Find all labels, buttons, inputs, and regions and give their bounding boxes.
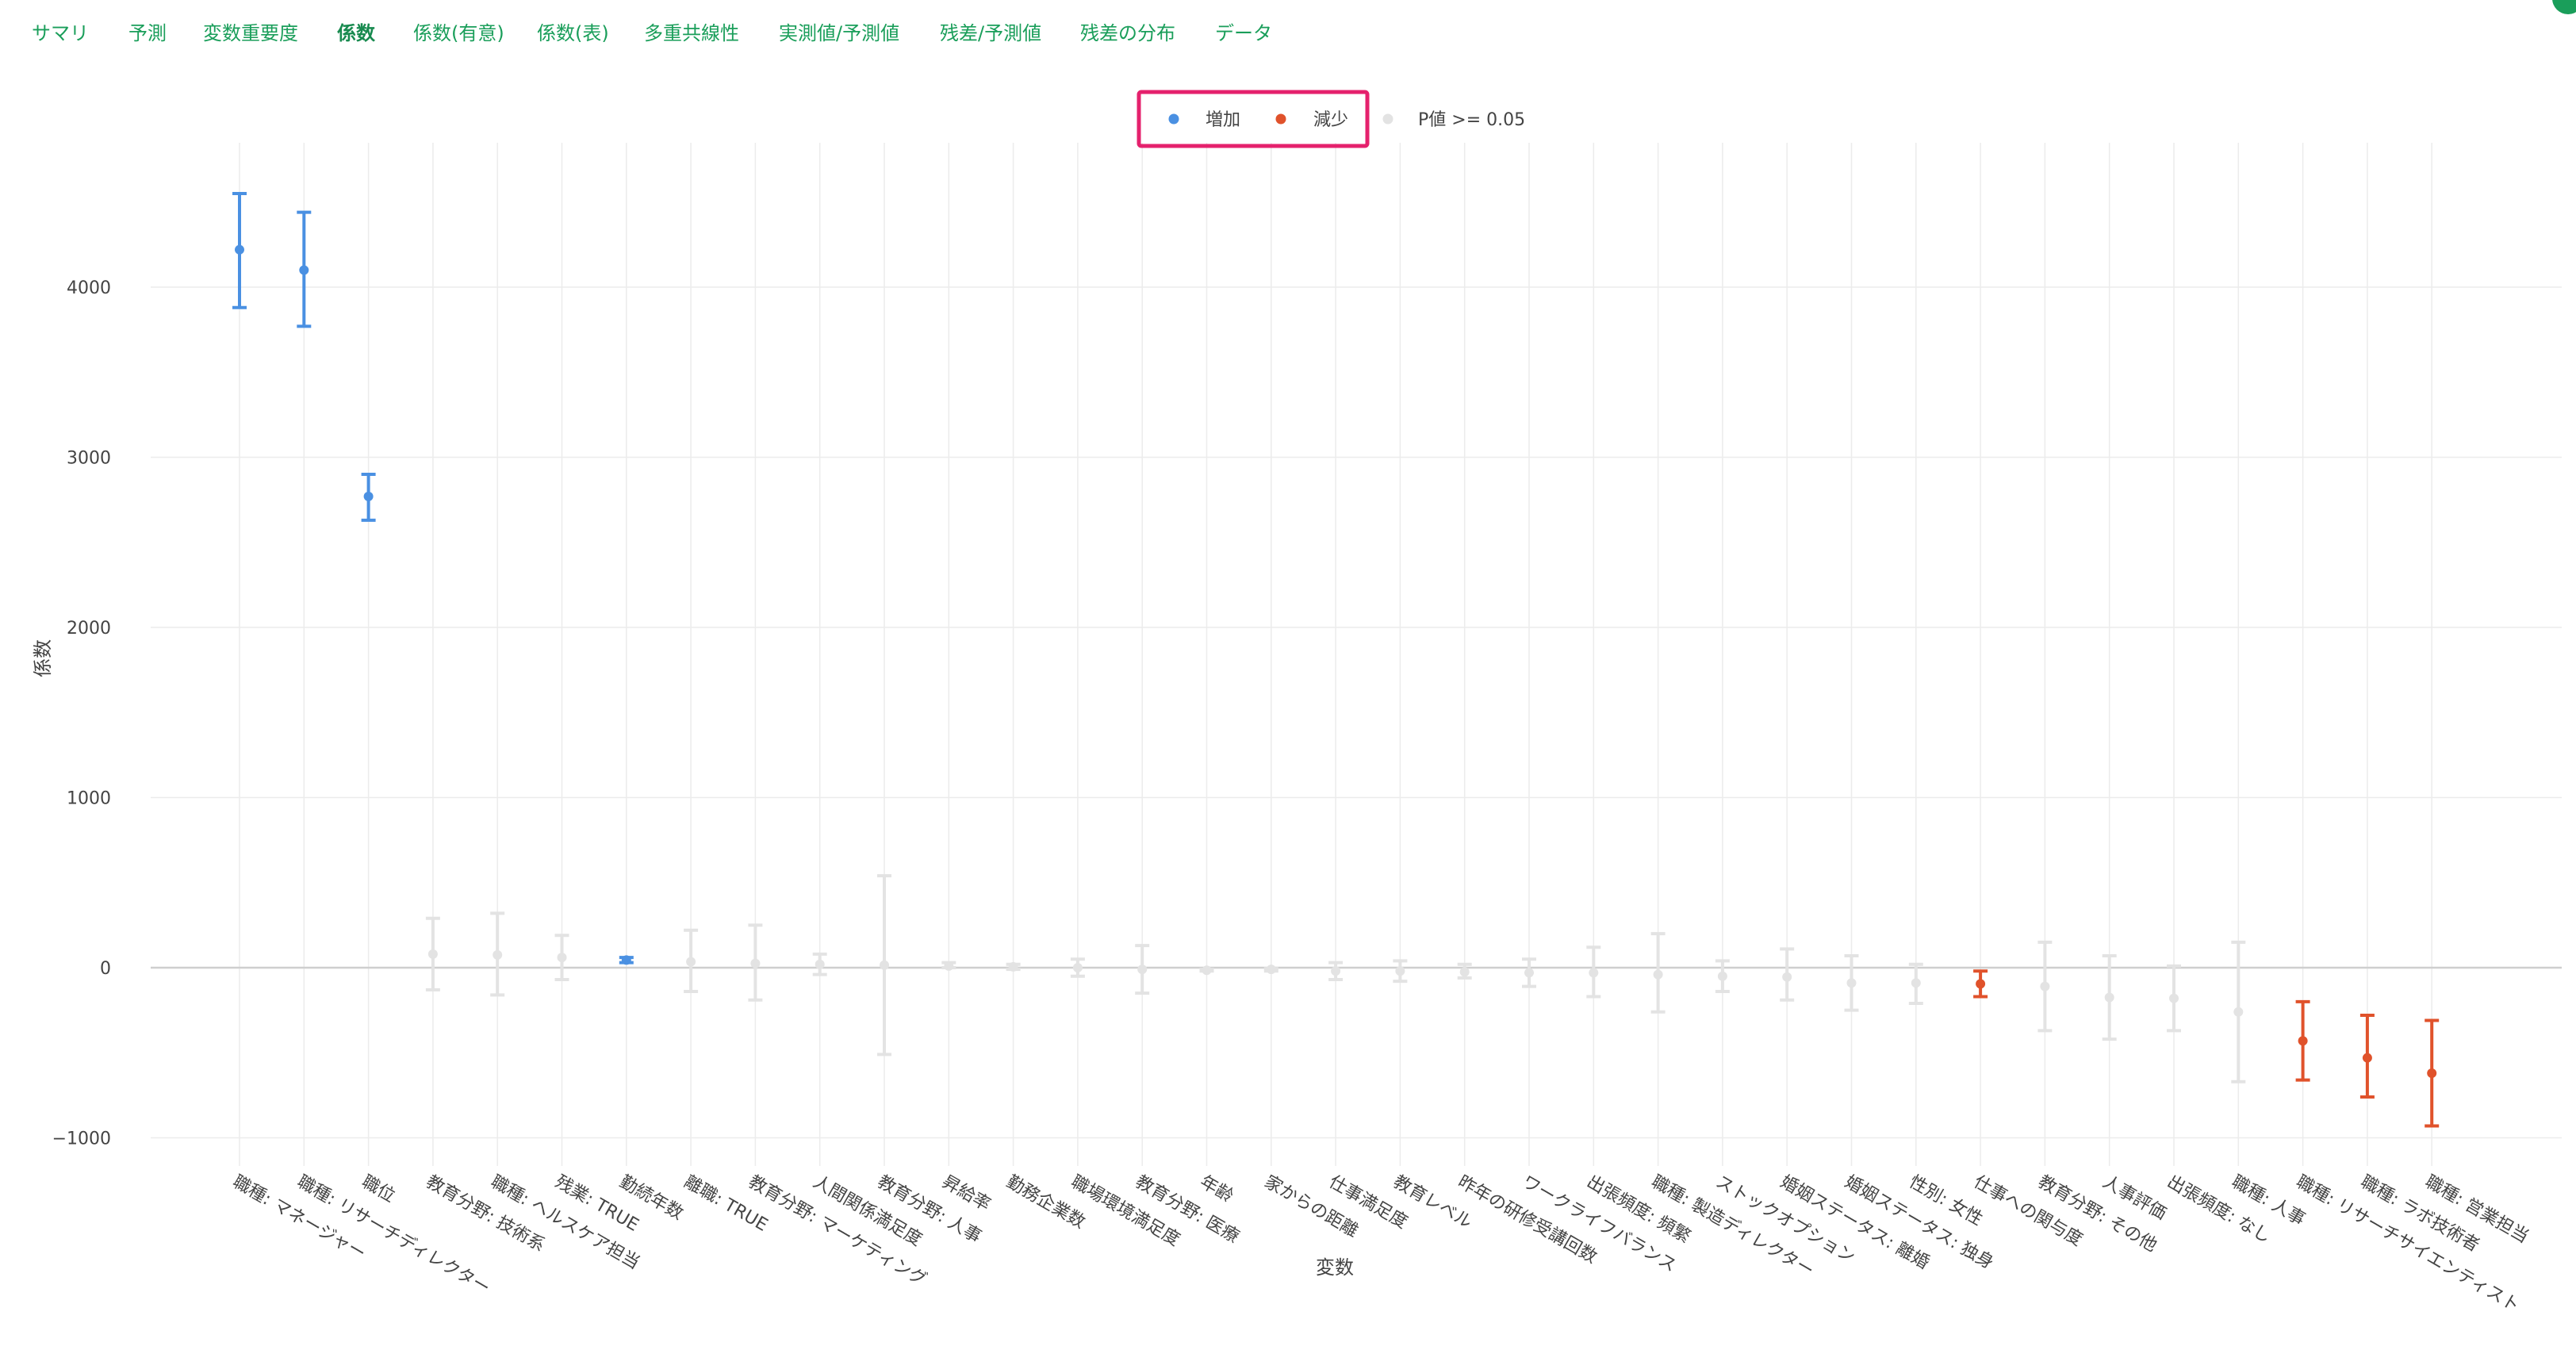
- coefficient-point: [1717, 971, 1727, 981]
- errorbar-9: [748, 923, 763, 1002]
- coefficient-point: [299, 265, 309, 275]
- errorbar-8: [684, 928, 699, 994]
- coefficient-point: [1395, 966, 1405, 976]
- coefficient-point: [1589, 968, 1599, 978]
- y-axis-label: 係数: [32, 639, 54, 677]
- x-tick-label: 仕事への関与度: [1970, 1172, 2086, 1251]
- errorbar-15: [1135, 944, 1150, 995]
- x-axis-label: 変数: [1316, 1256, 1354, 1279]
- coefficient-point: [363, 491, 374, 501]
- errorbar-1: [232, 192, 247, 309]
- y-tick-label: 0: [100, 959, 111, 979]
- coefficient-point: [1524, 968, 1534, 978]
- coefficient-point: [621, 955, 631, 965]
- errorbar-11: [877, 874, 891, 1057]
- errorbar-5: [490, 911, 505, 997]
- coefficient-point: [2362, 1053, 2372, 1063]
- coefficient-point: [815, 959, 825, 969]
- errorbar-2: [297, 210, 312, 328]
- legend-label[interactable]: 減少: [1313, 110, 1348, 130]
- coefficient-point: [1911, 978, 1921, 988]
- legend-marker-increase: [1168, 113, 1179, 125]
- errorbar-12: [941, 961, 956, 971]
- x-tick-label: 教育分野: 技術系: [423, 1172, 548, 1256]
- errorbar-31: [2167, 964, 2181, 1033]
- errorbar-32: [2231, 940, 2246, 1083]
- y-tick-label: 1000: [67, 789, 111, 809]
- coefficient-point: [880, 960, 889, 970]
- errorbar-24: [1715, 959, 1730, 994]
- coefficient-point: [2040, 981, 2050, 991]
- errorbar-4: [425, 916, 440, 991]
- errorbar-33: [2295, 999, 2310, 1082]
- errorbar-21: [1522, 957, 1536, 988]
- legend[interactable]: 増加 減少 P値 >= 0.05: [1137, 90, 1525, 148]
- coefficient-point: [1653, 969, 1663, 980]
- legend-marker-not_significant: [1382, 113, 1393, 125]
- x-axis-tick-labels: 職種: マネージャー職種: リサーチディレクター職位 教育分野: 技術系職種: ヘ…: [229, 1172, 2532, 1317]
- coefficient-point: [1782, 972, 1792, 982]
- x-tick-label: 年齢: [1197, 1172, 1237, 1207]
- errorbar-22: [1586, 945, 1601, 999]
- x-tick-label: 職位: [358, 1172, 399, 1207]
- coefficient-point: [1331, 966, 1341, 976]
- coefficient-point: [1137, 965, 1148, 975]
- coefficient-point: [2298, 1036, 2308, 1046]
- coefficient-point: [1202, 965, 1212, 976]
- coefficient-point: [2427, 1068, 2437, 1078]
- errorbar-6: [554, 934, 569, 982]
- coefficient-point: [235, 244, 244, 255]
- coefficient-point: [1846, 978, 1857, 988]
- errorbar-20: [1457, 962, 1472, 980]
- errorbar-3: [361, 472, 376, 522]
- errorbar-28: [1973, 969, 1988, 999]
- x-tick-label: 職種: リサーチサイエンティスト: [2293, 1172, 2523, 1317]
- coefficient-point: [427, 949, 438, 959]
- errorbar-27: [1908, 962, 1923, 1006]
- legend-label[interactable]: 増加: [1206, 110, 1240, 130]
- coefficient-chart: −1000 0 1000 2000 3000 4000 係数 増加 減少 P値 >= 0.05…: [32, 90, 2562, 1317]
- legend-label[interactable]: P値 >= 0.05: [1418, 110, 1525, 130]
- coefficient-point: [750, 958, 761, 968]
- y-tick-label: −1000: [52, 1129, 111, 1149]
- y-axis: −1000 0 1000 2000 3000 4000: [52, 278, 111, 1149]
- errorbar-25: [1780, 947, 1795, 1002]
- errorbar-34: [2359, 1014, 2375, 1099]
- grid: [151, 143, 2562, 1166]
- x-tick-label: 職場環境満足度: [1068, 1172, 1183, 1251]
- errorbar-29: [2037, 940, 2053, 1033]
- legend-marker-decrease: [1275, 113, 1286, 125]
- coefficient-point: [2169, 993, 2179, 1003]
- coefficient-point: [944, 961, 954, 971]
- errorbar-35: [2425, 1018, 2440, 1128]
- errorbar-23: [1650, 932, 1666, 1014]
- coefficient-point: [2104, 992, 2114, 1003]
- coefficient-point: [1459, 967, 1470, 977]
- errorbar-19: [1393, 959, 1408, 984]
- coefficient-point: [1008, 961, 1018, 972]
- coefficient-point: [1976, 979, 1986, 989]
- y-tick-label: 4000: [67, 278, 111, 298]
- errorbar-7: [619, 955, 634, 965]
- coefficient-point: [1266, 965, 1276, 975]
- errorbar-17: [1263, 965, 1278, 975]
- coefficient-point: [686, 957, 696, 967]
- errorbar-10: [812, 952, 827, 976]
- coefficient-point: [2233, 1007, 2244, 1017]
- errorbar-26: [1844, 953, 1859, 1012]
- errorbar-18: [1328, 961, 1344, 982]
- y-tick-label: 3000: [67, 449, 111, 469]
- coefficient-point: [493, 949, 503, 960]
- y-tick-label: 2000: [67, 619, 111, 639]
- coefficient-point: [557, 953, 567, 963]
- coefficient-point: [1072, 963, 1083, 972]
